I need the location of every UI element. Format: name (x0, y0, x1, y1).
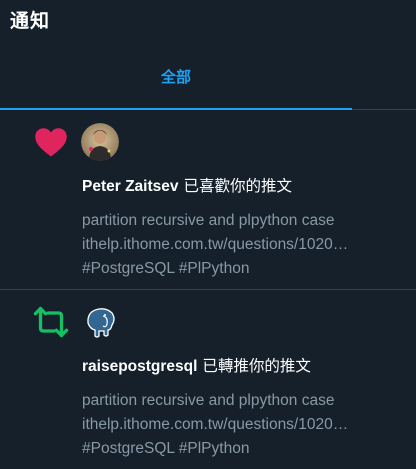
heart-icon (33, 124, 69, 160)
tab-all-label: 全部 (160, 68, 191, 86)
notification-headline: raisepostgresql 已轉推你的推文 (82, 354, 311, 376)
header: 通知 (0, 0, 416, 36)
tweet-preview: partition recursive and plpython case it… (82, 389, 404, 461)
tweet-preview-link: ithelp.ithome.com.tw/questions/1020… (82, 236, 349, 253)
notification-headline: Peter Zaitsev 已喜歡你的推文 (82, 174, 292, 196)
tweet-preview-hashtags: #PostgreSQL #PlPython (82, 260, 250, 277)
notification-item[interactable]: Peter Zaitsev 已喜歡你的推文 partition recursiv… (0, 110, 416, 290)
postgresql-elephant-avatar[interactable] (81, 303, 119, 341)
notification-action: 已轉推你的推文 (202, 357, 311, 375)
tab-all[interactable]: 全部 (0, 52, 352, 110)
user-name[interactable]: Peter Zaitsev (82, 178, 179, 195)
notification-item[interactable]: raisepostgresql 已轉推你的推文 partition recurs… (0, 290, 416, 469)
tweet-preview-hashtags: #PostgreSQL #PlPython (82, 440, 250, 457)
notification-action: 已喜歡你的推文 (183, 177, 292, 195)
tweet-preview-line: partition recursive and plpython case (82, 212, 335, 229)
tweet-preview-link: ithelp.ithome.com.tw/questions/1020… (82, 416, 349, 433)
page-title: 通知 (10, 10, 51, 32)
tweet-preview-line: partition recursive and plpython case (82, 392, 335, 409)
tweet-preview: partition recursive and plpython case it… (82, 209, 404, 281)
tab-bar: 全部 (0, 52, 416, 110)
user-avatar[interactable] (81, 123, 119, 161)
retweet-icon (33, 304, 69, 340)
user-name[interactable]: raisepostgresql (82, 358, 197, 375)
